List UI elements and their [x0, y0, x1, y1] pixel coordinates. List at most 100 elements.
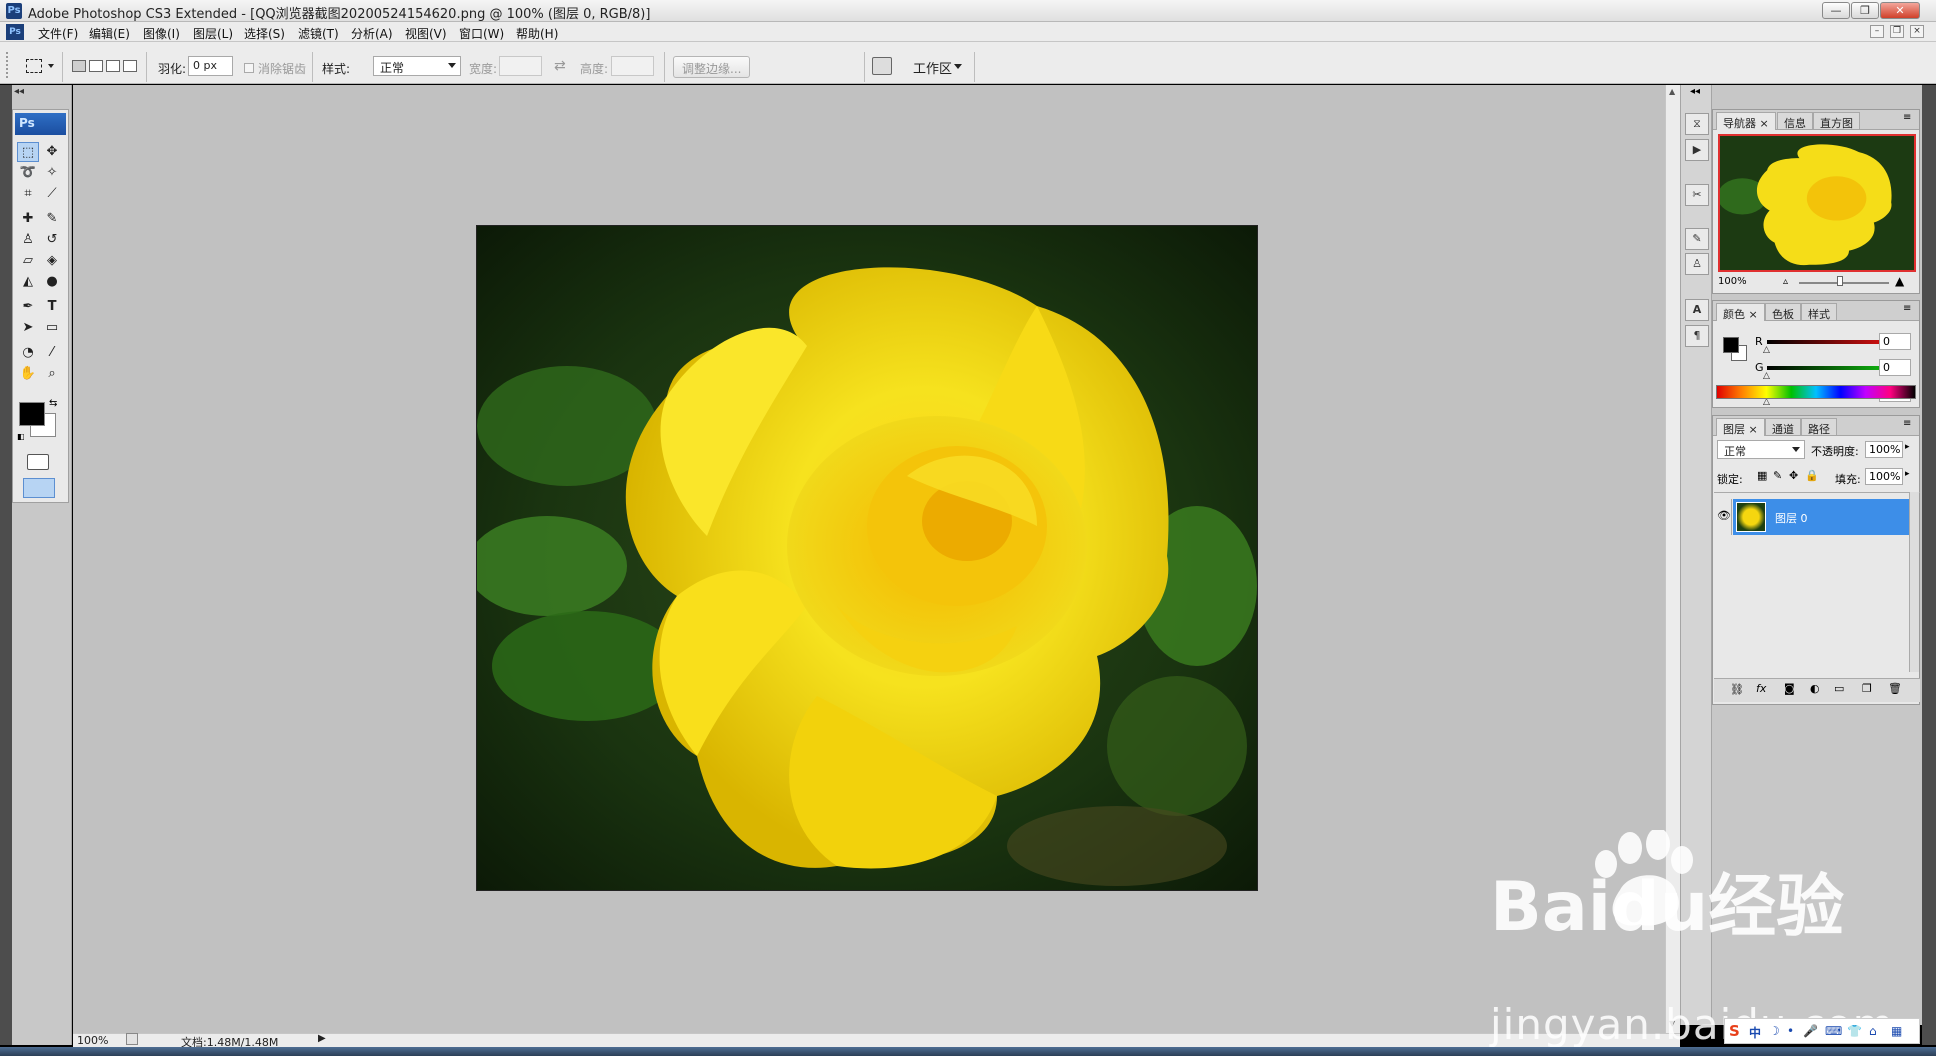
document-minimize-button[interactable]: – — [1870, 25, 1884, 38]
eraser-tool-icon[interactable]: ▱ — [17, 251, 39, 271]
options-grip[interactable] — [6, 52, 10, 78]
lock-position-icon[interactable]: ✥ — [1789, 469, 1798, 482]
close-tab-icon[interactable]: × — [1760, 117, 1769, 130]
brushes-panel-icon[interactable]: ✎ — [1685, 228, 1709, 250]
opacity-input[interactable]: 100% — [1865, 441, 1903, 458]
layer-style-icon[interactable]: fx — [1756, 682, 1766, 695]
minimize-button[interactable]: — — [1822, 2, 1850, 19]
ime-chinese-mode[interactable]: 中 — [1749, 1024, 1761, 1041]
menu-image[interactable]: 图像(I) — [143, 25, 180, 42]
new-group-icon[interactable]: ▭ — [1834, 682, 1844, 695]
menu-file[interactable]: 文件(F) — [38, 25, 78, 42]
red-slider-thumb-icon[interactable]: △ — [1763, 345, 1770, 355]
width-input[interactable] — [499, 56, 542, 76]
crop-tool-icon[interactable]: ⌗ — [17, 184, 39, 204]
ime-user-icon[interactable]: 👕 — [1847, 1024, 1862, 1038]
menu-help[interactable]: 帮助(H) — [516, 25, 558, 42]
tab-layers[interactable]: 图层 × — [1716, 418, 1765, 436]
layer-visibility-cell[interactable]: 👁 — [1714, 499, 1732, 535]
tab-info[interactable]: 信息 — [1777, 112, 1813, 130]
rectangular-marquee-icon[interactable] — [26, 59, 42, 73]
shape-tool-icon[interactable]: ▭ — [41, 318, 63, 338]
feather-input[interactable]: 0 px — [188, 56, 233, 76]
marquee-tool-icon[interactable]: ⬚ — [17, 142, 39, 162]
panel-menu-icon[interactable]: ≡ — [1903, 112, 1911, 123]
color-spectrum-ramp[interactable] — [1716, 385, 1916, 399]
status-preview-icon[interactable] — [126, 1033, 138, 1045]
layers-scrollbar[interactable] — [1909, 492, 1919, 672]
antialias-checkbox[interactable] — [244, 63, 254, 73]
brush-tool-icon[interactable]: ✎ — [41, 209, 63, 229]
taskbar[interactable] — [0, 1047, 1936, 1056]
panel-menu-icon[interactable]: ≡ — [1903, 418, 1911, 429]
close-tab-icon[interactable]: × — [1749, 308, 1758, 321]
actions-panel-icon[interactable]: ▶ — [1685, 139, 1709, 161]
tab-channels[interactable]: 通道 — [1765, 418, 1801, 436]
menu-layer[interactable]: 图层(L) — [193, 25, 233, 42]
menu-filter[interactable]: 滤镜(T) — [298, 25, 339, 42]
brush-palette-icon[interactable] — [872, 57, 892, 75]
green-slider[interactable] — [1767, 366, 1893, 370]
navigator-thumbnail[interactable] — [1718, 134, 1916, 272]
tab-swatches[interactable]: 色板 — [1765, 303, 1801, 321]
new-selection-icon[interactable] — [72, 60, 86, 72]
tab-navigator[interactable]: 导航器 × — [1716, 112, 1776, 130]
add-to-selection-icon[interactable] — [89, 60, 103, 72]
lock-pixels-icon[interactable]: ✎ — [1773, 469, 1782, 482]
menu-window[interactable]: 窗口(W) — [459, 25, 504, 42]
layer-row[interactable]: 图层 0 — [1733, 499, 1909, 535]
paragraph-panel-icon[interactable]: ¶ — [1685, 325, 1709, 347]
tool-presets-icon[interactable]: ✂ — [1685, 184, 1709, 206]
zoom-level[interactable]: 100% — [77, 1034, 108, 1047]
fill-arrow-icon[interactable]: ▸ — [1905, 469, 1910, 479]
tab-styles[interactable]: 样式 — [1801, 303, 1837, 321]
ime-skin-icon[interactable]: ⌂ — [1869, 1024, 1877, 1038]
scroll-up-icon[interactable]: ▲ — [1669, 87, 1675, 96]
swap-colors-icon[interactable]: ⇆ — [49, 398, 57, 409]
status-menu-arrow-icon[interactable]: ▶ — [318, 1033, 326, 1044]
panel-menu-icon[interactable]: ≡ — [1903, 303, 1911, 314]
rose-photo[interactable] — [476, 225, 1258, 891]
navigator-zoom-value[interactable]: 100% — [1718, 276, 1747, 287]
green-slider-thumb-icon[interactable]: △ — [1763, 371, 1770, 381]
layer-mask-icon[interactable]: ◙ — [1784, 682, 1795, 695]
screen-mode-icon[interactable] — [23, 478, 55, 498]
close-button[interactable]: ✕ — [1880, 2, 1920, 19]
document-icon[interactable]: Ps — [6, 24, 24, 40]
ime-dot-icon[interactable]: • — [1787, 1024, 1794, 1038]
ime-punct-icon[interactable]: ☽ — [1769, 1024, 1780, 1038]
subtract-from-selection-icon[interactable] — [106, 60, 120, 72]
tab-color[interactable]: 颜色 × — [1716, 303, 1765, 321]
sogou-logo-icon[interactable]: S — [1729, 1022, 1740, 1040]
menu-select[interactable]: 选择(S) — [244, 25, 285, 42]
new-layer-icon[interactable]: ❐ — [1862, 682, 1872, 695]
document-close-button[interactable]: × — [1910, 25, 1924, 38]
refine-edge-button[interactable]: 调整边缘... — [673, 56, 751, 78]
zoom-tool-icon[interactable]: ⌕ — [41, 364, 63, 384]
height-input[interactable] — [611, 56, 654, 76]
red-value-input[interactable]: 0 — [1879, 333, 1911, 350]
green-value-input[interactable]: 0 — [1879, 359, 1911, 376]
path-selection-tool-icon[interactable]: ➤ — [17, 318, 39, 338]
clone-source-icon[interactable]: ♙ — [1685, 253, 1709, 275]
navigator-zoom-slider[interactable] — [1799, 282, 1889, 284]
ime-voice-icon[interactable]: 🎤 — [1803, 1024, 1818, 1038]
ime-keyboard-icon[interactable]: ⌨ — [1825, 1024, 1842, 1038]
color-fg-swatch[interactable] — [1723, 337, 1739, 353]
tab-paths[interactable]: 路径 — [1801, 418, 1837, 436]
eyedropper-tool-icon[interactable]: ⁄ — [41, 343, 63, 363]
paint-bucket-tool-icon[interactable]: ◈ — [41, 251, 63, 271]
menu-analysis[interactable]: 分析(A) — [351, 25, 393, 42]
workspace-button[interactable]: 工作区 — [913, 58, 952, 77]
foreground-color-swatch[interactable] — [19, 402, 45, 426]
fill-input[interactable]: 100% — [1865, 468, 1903, 485]
type-tool-icon[interactable]: T — [41, 297, 63, 317]
zoom-out-icon[interactable]: ▵ — [1783, 276, 1788, 287]
lasso-tool-icon[interactable]: ➰ — [17, 163, 39, 183]
character-panel-icon[interactable]: A — [1685, 299, 1709, 321]
blend-mode-select[interactable]: 正常 — [1717, 440, 1805, 459]
history-panel-icon[interactable]: ⧖ — [1685, 113, 1709, 135]
clone-stamp-tool-icon[interactable]: ♙ — [17, 230, 39, 250]
restore-button[interactable]: ❐ — [1851, 2, 1879, 19]
zoom-slider-thumb[interactable] — [1837, 276, 1843, 286]
